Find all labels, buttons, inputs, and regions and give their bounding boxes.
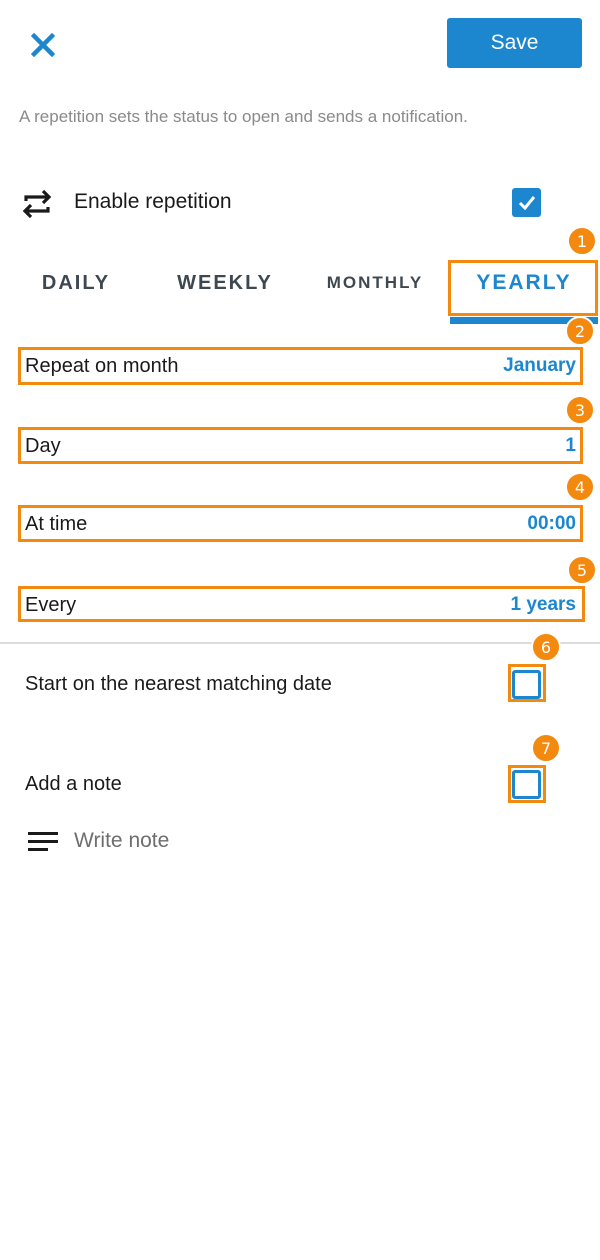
repetition-hint: A repetition sets the status to open and…: [19, 107, 468, 126]
highlight-box-5: [18, 586, 585, 622]
annotation-badge-3: 3: [565, 395, 595, 425]
note-input[interactable]: [74, 824, 574, 858]
highlight-box-1: [448, 260, 598, 316]
annotation-badge-4: 4: [565, 472, 595, 502]
annotation-badge-7: 7: [531, 733, 561, 763]
highlight-box-3: [18, 427, 583, 464]
notes-icon: [28, 832, 58, 851]
add-note-label: Add a note: [25, 773, 122, 795]
highlight-box-2: [18, 347, 583, 385]
checkmark-icon: [518, 195, 535, 210]
close-icon: [31, 33, 55, 57]
tab-daily[interactable]: DAILY: [0, 262, 152, 304]
annotation-badge-1: 1: [567, 226, 597, 256]
section-divider: [0, 642, 600, 644]
repeat-icon: [22, 189, 52, 219]
enable-repetition-checkbox[interactable]: [512, 188, 541, 217]
annotation-badge-2: 2: [565, 316, 595, 346]
start-nearest-date-label: Start on the nearest matching date: [25, 673, 332, 695]
save-button[interactable]: Save: [447, 18, 582, 68]
enable-repetition-label: Enable repetition: [74, 190, 232, 213]
highlight-box-7: [508, 765, 546, 803]
tab-weekly[interactable]: WEEKLY: [150, 262, 300, 304]
highlight-box-6: [508, 664, 546, 702]
tab-monthly[interactable]: MONTHLY: [300, 262, 450, 304]
annotation-badge-6: 6: [531, 632, 561, 662]
close-button[interactable]: [24, 26, 62, 64]
highlight-box-4: [18, 505, 583, 542]
annotation-badge-5: 5: [567, 555, 597, 585]
